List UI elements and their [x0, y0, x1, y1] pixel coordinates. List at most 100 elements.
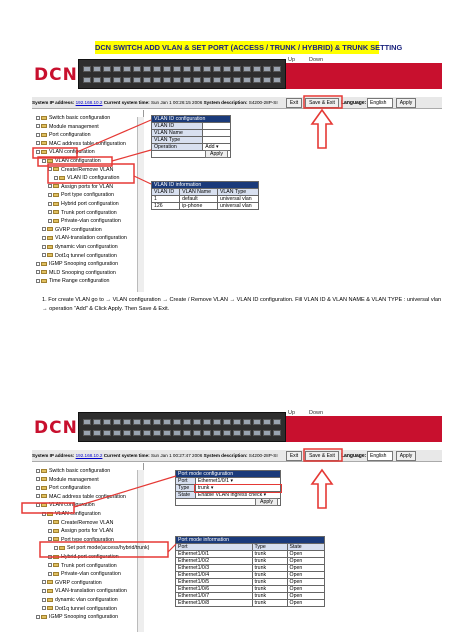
- save-exit-button[interactable]: Save & Exit: [305, 451, 339, 461]
- nav-tree-item[interactable]: Trunk port configuration: [48, 210, 117, 217]
- expand-toggle-icon[interactable]: [48, 167, 52, 172]
- nav-tree-item[interactable]: IGMP Snooping configuration: [36, 614, 118, 621]
- language-select[interactable]: English: [367, 98, 393, 108]
- nav-tree-item[interactable]: GVRP configuration: [42, 227, 102, 234]
- nav-tree-item[interactable]: VLAN configuration: [42, 511, 101, 518]
- expand-toggle-icon[interactable]: [36, 614, 40, 619]
- expand-toggle-icon[interactable]: [42, 597, 46, 602]
- expand-toggle-icon[interactable]: [42, 158, 46, 163]
- expand-toggle-icon[interactable]: [48, 571, 52, 576]
- nav-tree-item[interactable]: Assign ports for VLAN: [48, 528, 113, 535]
- nav-tree-item[interactable]: Set port mode(access/hybrid/trunk): [54, 545, 149, 552]
- expand-toggle-icon[interactable]: [42, 235, 46, 240]
- expand-toggle-icon[interactable]: [36, 132, 40, 137]
- expand-toggle-icon[interactable]: [48, 563, 52, 568]
- expand-toggle-icon[interactable]: [36, 468, 40, 473]
- nav-tree-item[interactable]: VLAN-translation configuration: [42, 588, 127, 595]
- expand-toggle-icon[interactable]: [42, 511, 46, 516]
- banner: DCN Up Down: [32, 410, 442, 448]
- expand-toggle-icon[interactable]: [42, 227, 46, 232]
- expand-toggle-icon[interactable]: [36, 502, 40, 507]
- tree-scrollbar[interactable]: [137, 117, 144, 292]
- nav-tree-item[interactable]: Dot1q tunnel configuration: [42, 253, 117, 260]
- expand-toggle-icon[interactable]: [54, 545, 58, 550]
- expand-toggle-icon[interactable]: [36, 124, 40, 129]
- expand-toggle-icon[interactable]: [36, 270, 40, 275]
- apply-language-button[interactable]: Apply: [396, 451, 416, 461]
- apply-button[interactable]: Apply: [255, 498, 278, 506]
- nav-tree-item[interactable]: Module management: [36, 124, 99, 131]
- nav-tree-item[interactable]: GVRP configuration: [42, 580, 102, 587]
- nav-tree-item[interactable]: Hybrid port configuration: [48, 554, 119, 561]
- nav-tree-item[interactable]: Assign ports for VLAN: [48, 184, 113, 191]
- nav-tree-item[interactable]: Time Range configuration: [36, 278, 109, 285]
- expand-toggle-icon[interactable]: [42, 580, 46, 585]
- expand-toggle-icon[interactable]: [36, 141, 40, 146]
- expand-toggle-icon[interactable]: [42, 606, 46, 611]
- nav-tree-item[interactable]: Module management: [36, 477, 99, 484]
- nav-tree-item[interactable]: Private-vlan configuration: [48, 218, 121, 225]
- expand-toggle-icon[interactable]: [48, 554, 52, 559]
- port-select[interactable]: Ethernet1/0/1 ▾: [194, 477, 282, 485]
- switch-port-icon: [143, 419, 151, 425]
- nav-tree-item[interactable]: MLD Snooping configuration: [36, 270, 116, 277]
- nav-tree-item[interactable]: Private-vlan configuration: [48, 571, 121, 578]
- nav-tree-item[interactable]: Dot1q tunnel configuration: [42, 606, 117, 613]
- nav-tree-item[interactable]: Port type configuration: [48, 192, 114, 199]
- nav-tree-item[interactable]: Trunk port configuration: [48, 563, 117, 570]
- switch-port-icon: [253, 77, 261, 83]
- expand-toggle-icon[interactable]: [48, 528, 52, 533]
- vlan-type-select[interactable]: [202, 136, 231, 144]
- apply-button[interactable]: Apply: [205, 150, 228, 158]
- expand-toggle-icon[interactable]: [36, 278, 40, 283]
- expand-toggle-icon[interactable]: [42, 588, 46, 593]
- nav-tree-item[interactable]: Port configuration: [36, 132, 91, 139]
- nav-tree-item[interactable]: IGMP Snooping configuration: [36, 261, 118, 268]
- expand-toggle-icon[interactable]: [42, 253, 46, 258]
- expand-toggle-icon[interactable]: [36, 477, 40, 482]
- apply-language-button[interactable]: Apply: [396, 98, 416, 108]
- expand-toggle-icon[interactable]: [36, 115, 40, 120]
- ip-link[interactable]: 192.168.10.2: [76, 100, 103, 105]
- exit-button[interactable]: Exit: [286, 451, 302, 461]
- nav-tree-item[interactable]: Port type configuration: [48, 537, 114, 544]
- nav-tree-item[interactable]: VLAN configuration: [36, 149, 95, 156]
- expand-toggle-icon[interactable]: [36, 149, 40, 154]
- nav-tree-item[interactable]: VLAN ID configuration: [54, 175, 119, 182]
- nav-tree-item[interactable]: VLAN-translation configuration: [42, 235, 127, 242]
- folder-icon: [47, 227, 53, 232]
- vlan-name-input[interactable]: [202, 129, 231, 137]
- expand-toggle-icon[interactable]: [48, 192, 52, 197]
- expand-toggle-icon[interactable]: [48, 184, 52, 189]
- vlan-id-input[interactable]: [202, 122, 231, 130]
- nav-tree-item[interactable]: MAC address table configuration: [36, 494, 126, 501]
- language-select[interactable]: English: [367, 451, 393, 461]
- expand-toggle-icon[interactable]: [36, 485, 40, 490]
- nav-tree-item[interactable]: VLAN configuration: [36, 502, 95, 509]
- nav-tree-item[interactable]: Switch basic configuration: [36, 115, 110, 122]
- expand-toggle-icon[interactable]: [48, 218, 52, 223]
- nav-tree-item[interactable]: Create/Remove VLAN: [48, 520, 113, 527]
- nav-tree-item[interactable]: dynamic vlan configuration: [42, 597, 118, 604]
- expand-toggle-icon[interactable]: [48, 210, 52, 215]
- expand-toggle-icon[interactable]: [42, 244, 46, 249]
- type-select[interactable]: trunk ▾: [194, 483, 282, 493]
- save-exit-button[interactable]: Save & Exit: [305, 98, 339, 108]
- expand-toggle-icon[interactable]: [48, 537, 52, 542]
- expand-toggle-icon[interactable]: [48, 201, 52, 206]
- expand-toggle-icon[interactable]: [54, 175, 58, 180]
- expand-toggle-icon[interactable]: [48, 520, 52, 525]
- nav-tree-item[interactable]: Hybrid port configuration: [48, 201, 119, 208]
- nav-tree-item[interactable]: VLAN configuration: [42, 158, 101, 165]
- expand-toggle-icon[interactable]: [36, 261, 40, 266]
- nav-tree-item[interactable]: Port configuration: [36, 485, 91, 492]
- nav-tree-item[interactable]: dynamic vlan configuration: [42, 244, 118, 251]
- nav-tree-item[interactable]: Switch basic configuration: [36, 468, 110, 475]
- exit-button[interactable]: Exit: [286, 98, 302, 108]
- time-value: Sun Jan 1 00:26:15 2006: [150, 100, 203, 105]
- ip-link[interactable]: 192.168.10.2: [76, 453, 103, 458]
- switch-port-icon: [193, 66, 201, 72]
- expand-toggle-icon[interactable]: [36, 494, 40, 499]
- nav-tree-item[interactable]: Create/Remove VLAN: [48, 167, 113, 174]
- nav-tree-item[interactable]: MAC address table configuration: [36, 141, 126, 148]
